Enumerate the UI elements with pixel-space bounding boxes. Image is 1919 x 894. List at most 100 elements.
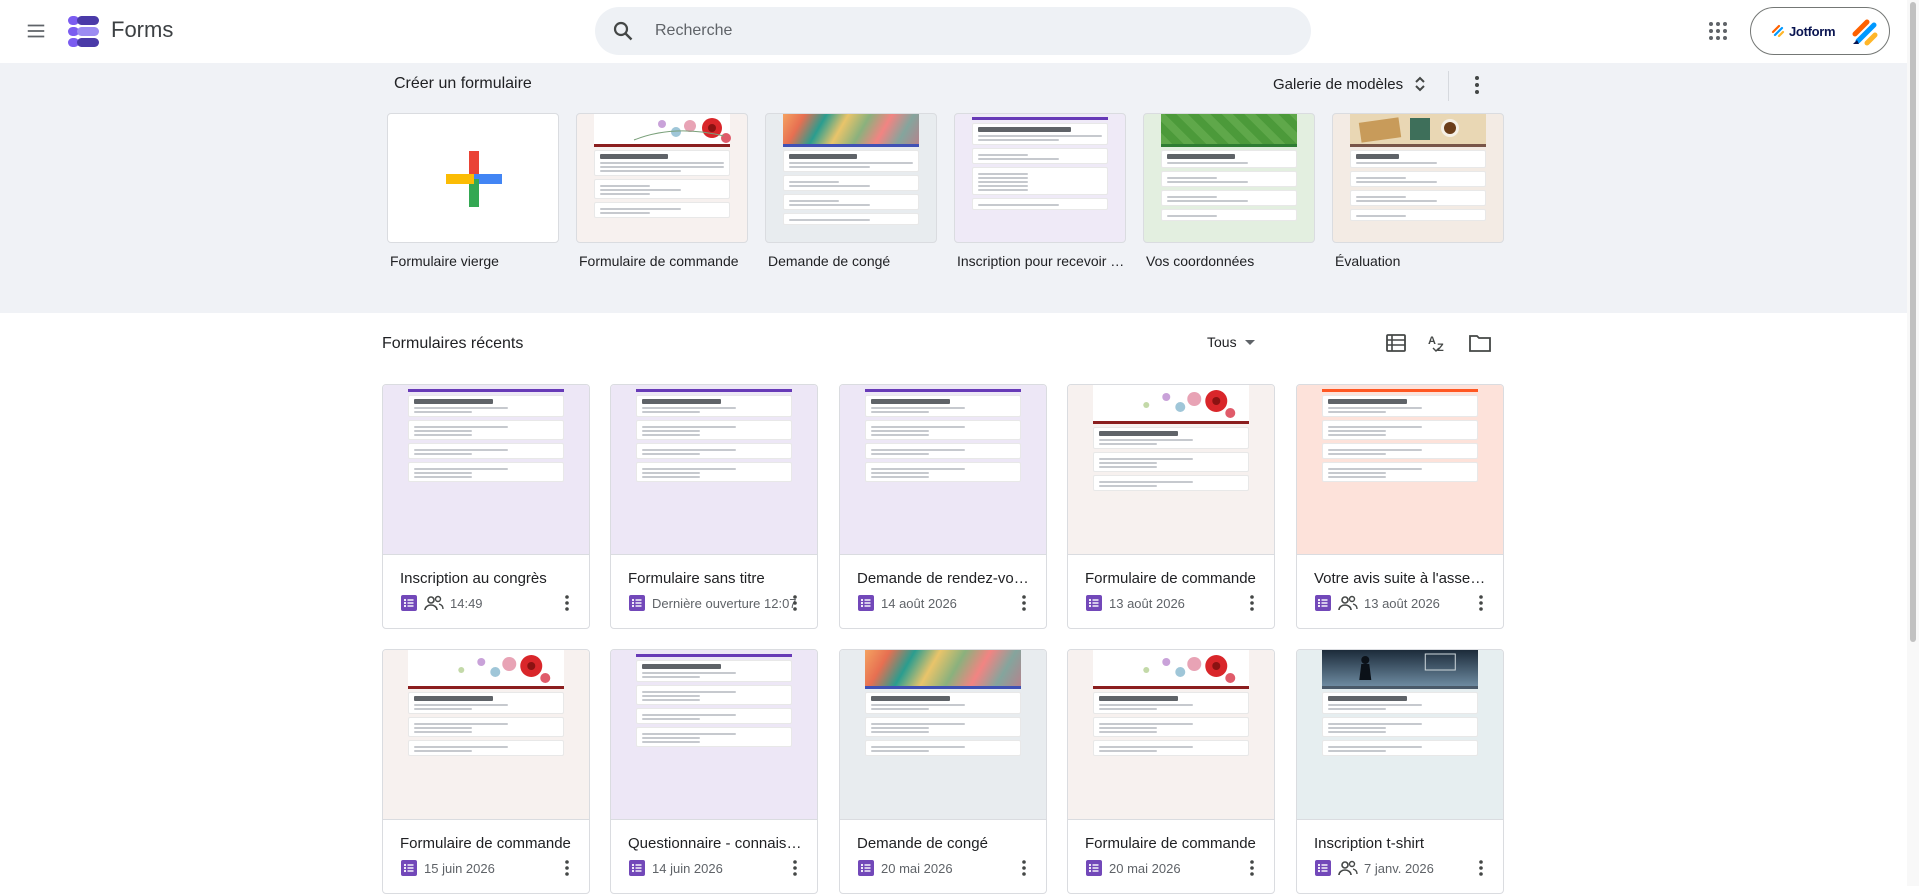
owner-filter-dropdown[interactable]: Tous	[1207, 330, 1255, 354]
form-meta: 13 août 2026	[1314, 593, 1440, 613]
more-vert-icon	[1022, 595, 1026, 611]
apps-button[interactable]	[1700, 13, 1736, 49]
flowers-banner-icon	[1142, 655, 1235, 683]
recent-form-card[interactable]: Inscription t-shirt 7 janv. 2026	[1296, 649, 1504, 894]
template-blank[interactable]: Formulaire vierge	[387, 113, 559, 269]
form-more-button[interactable]	[1012, 856, 1036, 880]
caret-down-icon	[1244, 339, 1255, 345]
top-app-bar: Forms Jotform	[0, 0, 1907, 63]
template-order-form[interactable]: Formulaire de commande	[576, 113, 748, 269]
unfold-icon	[1415, 76, 1425, 92]
form-title: Formulaire sans titre	[628, 570, 765, 587]
template-thumbnail[interactable]	[765, 113, 937, 243]
gallery-more-button[interactable]	[1459, 67, 1495, 103]
form-meta: 14 août 2026	[857, 593, 957, 613]
form-last-opened: 20 mai 2026	[1109, 860, 1181, 876]
recent-form-card[interactable]: Votre avis suite à l'assemblée générale 1…	[1296, 384, 1504, 629]
form-title: Demande de rendez-vous commercial	[857, 570, 1037, 587]
form-more-button[interactable]	[1240, 591, 1264, 615]
hamburger-icon	[27, 24, 45, 38]
template-thumbnail[interactable]	[1143, 113, 1315, 243]
template-thumbnail[interactable]	[954, 113, 1126, 243]
recent-form-card[interactable]: Demande de rendez-vous commercial 14 août…	[839, 384, 1047, 629]
form-title: Formulaire de commande	[1085, 570, 1256, 587]
list-view-icon	[1386, 334, 1406, 352]
template-contact-info[interactable]: Vos coordonnées	[1143, 113, 1315, 269]
form-more-button[interactable]	[1469, 856, 1493, 880]
forms-file-icon	[858, 595, 874, 611]
svg-text:Z: Z	[1437, 342, 1444, 353]
recent-forms-title: Formulaires récents	[382, 335, 524, 352]
recent-form-card[interactable]: Demande de congé 20 mai 2026	[839, 649, 1047, 894]
search-icon[interactable]	[611, 19, 635, 43]
form-more-button[interactable]	[783, 591, 807, 615]
form-preview	[1297, 650, 1503, 820]
flowers-banner-icon	[633, 118, 731, 143]
open-file-picker-button[interactable]	[1462, 325, 1498, 361]
form-title: Votre avis suite à l'assemblée générale	[1314, 570, 1494, 587]
form-more-button[interactable]	[1012, 591, 1036, 615]
account-avatar-icon[interactable]	[1849, 16, 1881, 48]
more-vert-icon	[1479, 860, 1483, 876]
template-label: Évaluation	[1335, 253, 1401, 269]
recent-form-card[interactable]: Inscription au congrès 14:49	[382, 384, 590, 629]
form-more-button[interactable]	[1240, 856, 1264, 880]
sort-button[interactable]: A Z	[1420, 325, 1456, 361]
form-last-opened: 14 août 2026	[881, 595, 957, 611]
more-vert-icon	[1022, 860, 1026, 876]
form-meta: 15 juin 2026	[400, 858, 495, 878]
form-more-button[interactable]	[555, 591, 579, 615]
template-gallery-button[interactable]: Galerie de modèles	[1273, 71, 1427, 97]
form-last-opened: 13 août 2026	[1364, 595, 1440, 611]
form-preview	[611, 650, 817, 820]
form-title: Inscription t-shirt	[1314, 835, 1425, 852]
plus-icon	[446, 151, 502, 207]
form-last-opened: 14:49	[450, 595, 483, 611]
template-tshirt-signup[interactable]: Inscription pour recevoir un t-shirt	[954, 113, 1126, 269]
form-meta: 20 mai 2026	[1085, 858, 1181, 878]
recent-form-card[interactable]: Formulaire de commande 15 juin 2026	[382, 649, 590, 894]
form-last-opened: 7 janv. 2026	[1364, 860, 1434, 876]
form-more-button[interactable]	[1469, 591, 1493, 615]
list-view-button[interactable]	[1378, 325, 1414, 361]
account-chip[interactable]: Jotform	[1750, 7, 1890, 55]
forms-logo-icon[interactable]	[66, 14, 100, 48]
recent-form-card[interactable]: Formulaire sans titre Dernière ouverture …	[610, 384, 818, 629]
main-menu-button[interactable]	[18, 13, 54, 49]
search-input[interactable]	[655, 22, 1255, 40]
form-meta: 7 janv. 2026	[1314, 858, 1434, 878]
form-preview	[1297, 385, 1503, 555]
form-meta: 14 juin 2026	[628, 858, 723, 878]
template-gallery: Créer un formulaire Galerie de modèles F…	[0, 63, 1907, 313]
template-thumbnail[interactable]	[1332, 113, 1504, 243]
shared-people-icon	[1338, 595, 1358, 611]
template-label: Demande de congé	[768, 253, 891, 269]
template-leave-request[interactable]: Demande de congé	[765, 113, 937, 269]
form-preview	[1068, 385, 1274, 555]
account-brand-name: Jotform	[1789, 23, 1836, 39]
form-preview	[383, 650, 589, 820]
recent-form-card[interactable]: Questionnaire - connaissances en géograp…	[610, 649, 818, 894]
template-evaluation[interactable]: Évaluation	[1332, 113, 1504, 269]
recent-form-card[interactable]: Formulaire de commande 13 août 2026	[1067, 384, 1275, 629]
form-meta: Dernière ouverture 12:07	[628, 593, 797, 613]
form-more-button[interactable]	[555, 856, 579, 880]
form-title: Demande de congé	[857, 835, 988, 852]
form-more-button[interactable]	[783, 856, 807, 880]
template-thumbnail[interactable]	[387, 113, 559, 243]
gallery-divider	[1448, 71, 1449, 101]
scrollbar-thumb[interactable]	[1910, 2, 1916, 642]
search-bar[interactable]	[595, 7, 1311, 55]
form-last-opened: 20 mai 2026	[881, 860, 953, 876]
sort-az-icon: A Z	[1428, 335, 1444, 353]
recent-form-card[interactable]: Formulaire de commande 20 mai 2026	[1067, 649, 1275, 894]
shared-people-icon	[1338, 860, 1358, 876]
app-title[interactable]: Forms	[111, 17, 173, 43]
more-vert-icon	[793, 595, 797, 611]
owner-filter-label: Tous	[1207, 334, 1237, 350]
template-thumbnail[interactable]	[576, 113, 748, 243]
form-last-opened: 13 août 2026	[1109, 595, 1185, 611]
flowers-banner-icon	[457, 655, 550, 683]
apps-grid-icon	[1709, 22, 1727, 40]
form-last-opened: Dernière ouverture 12:07	[652, 595, 797, 611]
